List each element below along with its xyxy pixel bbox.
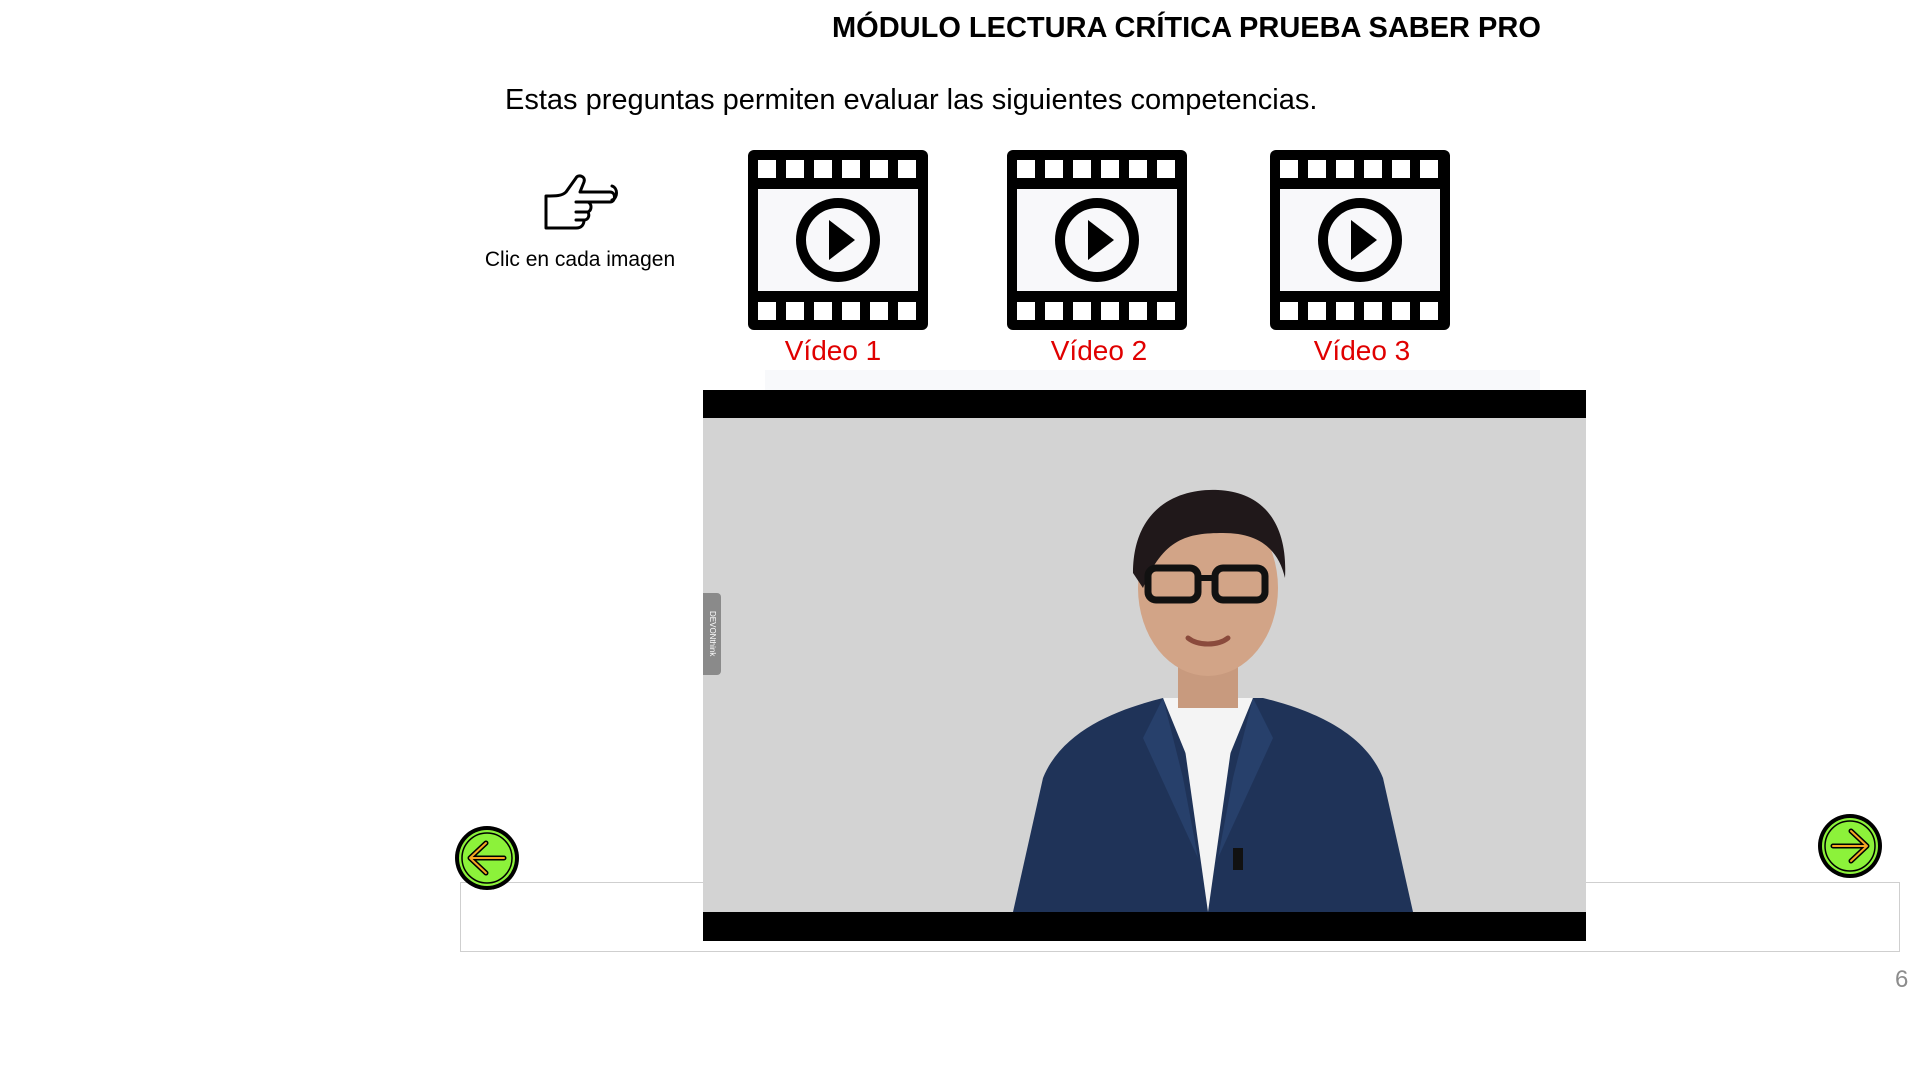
next-button[interactable] — [1815, 811, 1885, 881]
click-hint: Clic en cada imagen — [470, 170, 690, 272]
devonthink-tab[interactable]: DEVONthink — [703, 593, 721, 675]
page-number: 6 — [1895, 966, 1909, 993]
film-play-icon — [1270, 150, 1450, 330]
presenter-image — [1013, 489, 1413, 912]
slide-page: MÓDULO LECTURA CRÍTICA PRUEBA SABER PRO … — [0, 0, 1920, 1080]
video-tray — [765, 370, 1540, 390]
hint-label: Clic en cada imagen — [484, 248, 676, 271]
video-3-button[interactable]: Vídeo 3 — [1267, 147, 1457, 367]
pointing-hand-icon — [544, 174, 618, 230]
video-1-button[interactable]: Vídeo 1 — [745, 147, 935, 367]
video-3-label: Vídeo 3 — [1313, 335, 1411, 366]
page-subtitle: Estas preguntas permiten evaluar las sig… — [505, 84, 1318, 116]
video-2-label: Vídeo 2 — [1050, 335, 1148, 366]
prev-button[interactable] — [452, 823, 522, 893]
video-2-button[interactable]: Vídeo 2 — [1004, 147, 1194, 367]
arrow-left-icon — [455, 826, 519, 890]
video-1-label: Vídeo 1 — [784, 335, 882, 366]
video-screen[interactable]: DEVONthink — [703, 418, 1586, 912]
film-play-icon — [1007, 150, 1187, 330]
film-play-icon — [748, 150, 928, 330]
video-player[interactable]: DEVONthink — [703, 390, 1586, 941]
page-title: MÓDULO LECTURA CRÍTICA PRUEBA SABER PRO — [832, 12, 1541, 44]
arrow-right-icon — [1818, 814, 1882, 878]
